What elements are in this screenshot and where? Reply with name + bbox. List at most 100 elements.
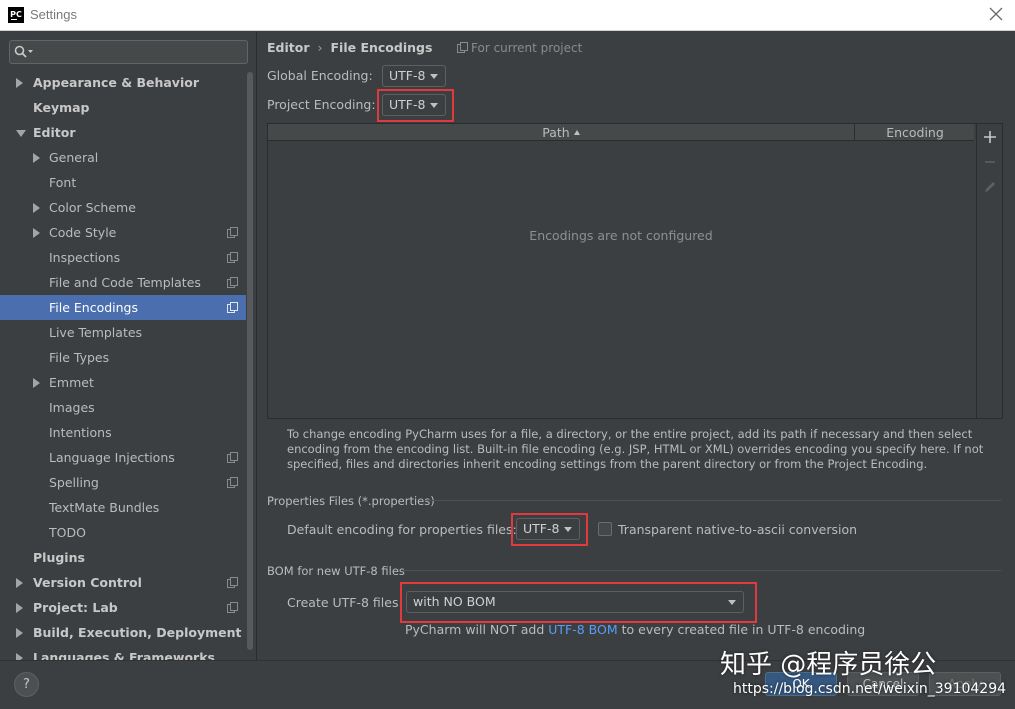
sidebar-item-live-templates[interactable]: Live Templates — [0, 320, 246, 345]
scrollbar-thumb[interactable] — [247, 72, 253, 650]
sidebar-item-label: Version Control — [33, 575, 142, 590]
sidebar-item-code-style[interactable]: Code Style — [0, 220, 246, 245]
utf8-bom-link[interactable]: UTF-8 BOM — [548, 622, 617, 637]
sidebar-item-languages-frameworks[interactable]: Languages & Frameworks — [0, 645, 246, 660]
sidebar-item-editor[interactable]: Editor — [0, 120, 246, 145]
chevron-right-icon[interactable] — [16, 628, 23, 638]
sidebar-item-file-and-code-templates[interactable]: File and Code Templates — [0, 270, 246, 295]
remove-icon[interactable] — [982, 154, 998, 170]
sidebar-item-label: TextMate Bundles — [49, 500, 160, 515]
highlight-box-project-encoding — [377, 89, 454, 122]
native-to-ascii-checkbox[interactable] — [598, 522, 612, 536]
sidebar-item-label: Color Scheme — [49, 200, 136, 215]
bom-note-prefix: PyCharm will NOT add — [405, 622, 545, 637]
global-encoding-value: UTF-8 — [389, 68, 426, 83]
add-icon[interactable] — [982, 129, 998, 145]
sidebar-item-keymap[interactable]: Keymap — [0, 95, 246, 120]
chevron-right-icon[interactable] — [16, 78, 23, 88]
bom-note: PyCharm will NOT add UTF-8 BOM to every … — [405, 622, 865, 637]
sidebar-item-build-execution-deployment[interactable]: Build, Execution, Deployment — [0, 620, 246, 645]
sidebar-item-label: File and Code Templates — [49, 275, 201, 290]
sidebar-item-general[interactable]: General — [0, 145, 246, 170]
sidebar-item-project-lab[interactable]: Project: Lab — [0, 595, 246, 620]
sidebar-item-images[interactable]: Images — [0, 395, 246, 420]
sidebar-item-label: File Types — [49, 350, 110, 365]
column-header-path[interactable]: Path — [268, 124, 855, 141]
chevron-right-icon[interactable] — [33, 378, 40, 388]
breadcrumb-current: File Encodings — [330, 40, 433, 55]
table-header: Path Encoding — [268, 124, 974, 141]
sidebar-item-label: Images — [49, 400, 95, 415]
bom-section-title: BOM for new UTF-8 files — [267, 564, 405, 578]
chevron-right-icon[interactable] — [16, 653, 23, 660]
edit-icon[interactable] — [982, 179, 998, 195]
sidebar-item-label: Appearance & Behavior — [33, 75, 199, 90]
sidebar-item-version-control[interactable]: Version Control — [0, 570, 246, 595]
sidebar-scrollbar[interactable] — [246, 70, 254, 655]
section-divider — [425, 500, 1001, 501]
breadcrumb-separator: › — [317, 40, 323, 55]
project-scope-icon — [227, 227, 238, 238]
highlight-box-properties-encoding — [511, 513, 588, 546]
sidebar-item-label: TODO — [49, 525, 86, 540]
sidebar-item-intentions[interactable]: Intentions — [0, 420, 246, 445]
global-encoding-select[interactable]: UTF-8 — [382, 65, 446, 87]
sidebar-item-emmet[interactable]: Emmet — [0, 370, 246, 395]
scope-note: For current project — [457, 41, 582, 55]
sidebar-item-file-types[interactable]: File Types — [0, 345, 246, 370]
project-scope-icon — [227, 577, 238, 588]
project-scope-icon — [457, 42, 468, 53]
help-button[interactable]: ? — [14, 672, 39, 697]
help-text: To change encoding PyCharm uses for a fi… — [287, 427, 984, 471]
search-input[interactable] — [9, 40, 248, 64]
sidebar-item-color-scheme[interactable]: Color Scheme — [0, 195, 246, 220]
sidebar-item-textmate-bundles[interactable]: TextMate Bundles — [0, 495, 246, 520]
chevron-right-icon[interactable] — [33, 153, 40, 163]
highlight-box-bom — [400, 582, 757, 623]
project-scope-icon — [227, 302, 238, 313]
sidebar-item-label: Live Templates — [49, 325, 143, 340]
settings-tree: Appearance & Behavior Keymap Editor General… — [0, 70, 246, 660]
sidebar-item-label: Languages & Frameworks — [33, 650, 215, 660]
close-icon[interactable] — [987, 5, 1005, 23]
sidebar-item-font[interactable]: Font — [0, 170, 246, 195]
pycharm-app-icon: PC — [8, 7, 24, 23]
column-header-encoding[interactable]: Encoding — [856, 124, 974, 141]
native-to-ascii-label: Transparent native-to-ascii conversion — [618, 522, 858, 537]
sidebar-item-label: Editor — [33, 125, 76, 140]
sidebar-item-label: Project: Lab — [33, 600, 118, 615]
chevron-right-icon[interactable] — [16, 603, 23, 613]
window-title: Settings — [30, 7, 77, 22]
sidebar-item-label: Plugins — [33, 550, 85, 565]
sidebar-item-inspections[interactable]: Inspections — [0, 245, 246, 270]
search-icon — [14, 45, 33, 58]
sidebar-item-label: Emmet — [49, 375, 94, 390]
create-utf8-label: Create UTF-8 files: — [287, 595, 403, 610]
bom-note-suffix: to every created file in UTF-8 encoding — [621, 622, 866, 637]
project-encoding-label: Project Encoding: — [267, 97, 376, 112]
properties-section-title: Properties Files (*.properties) — [267, 494, 435, 508]
sidebar-item-language-injections[interactable]: Language Injections — [0, 445, 246, 470]
sidebar-item-spelling[interactable]: Spelling — [0, 470, 246, 495]
sidebar-item-todo[interactable]: TODO — [0, 520, 246, 545]
sidebar-item-label: Font — [49, 175, 77, 190]
chevron-right-icon[interactable] — [33, 228, 40, 238]
sidebar-item-label: Intentions — [49, 425, 112, 440]
sidebar-item-file-encodings[interactable]: File Encodings — [0, 295, 246, 320]
encodings-table: Path Encoding Encodings are not configur… — [267, 123, 1003, 419]
section-divider — [403, 570, 1001, 571]
csdn-watermark: https://blog.csdn.net/weixin_39104294 — [733, 681, 1007, 697]
sidebar-item-appearance-behavior[interactable]: Appearance & Behavior — [0, 70, 246, 95]
sidebar-item-plugins[interactable]: Plugins — [0, 545, 246, 570]
column-header-path-label: Path — [542, 125, 570, 140]
settings-sidebar: Appearance & Behavior Keymap Editor General… — [0, 32, 256, 660]
sidebar-item-label: Code Style — [49, 225, 117, 240]
chevron-right-icon[interactable] — [16, 578, 23, 588]
chevron-down-icon — [430, 74, 438, 79]
chevron-down-icon[interactable] — [16, 130, 26, 137]
sidebar-item-label: File Encodings — [49, 300, 139, 315]
sidebar-item-label: Inspections — [49, 250, 121, 265]
chevron-right-icon[interactable] — [33, 203, 40, 213]
properties-default-encoding-label: Default encoding for properties files: — [287, 522, 517, 537]
sidebar-item-label: Keymap — [33, 100, 90, 115]
